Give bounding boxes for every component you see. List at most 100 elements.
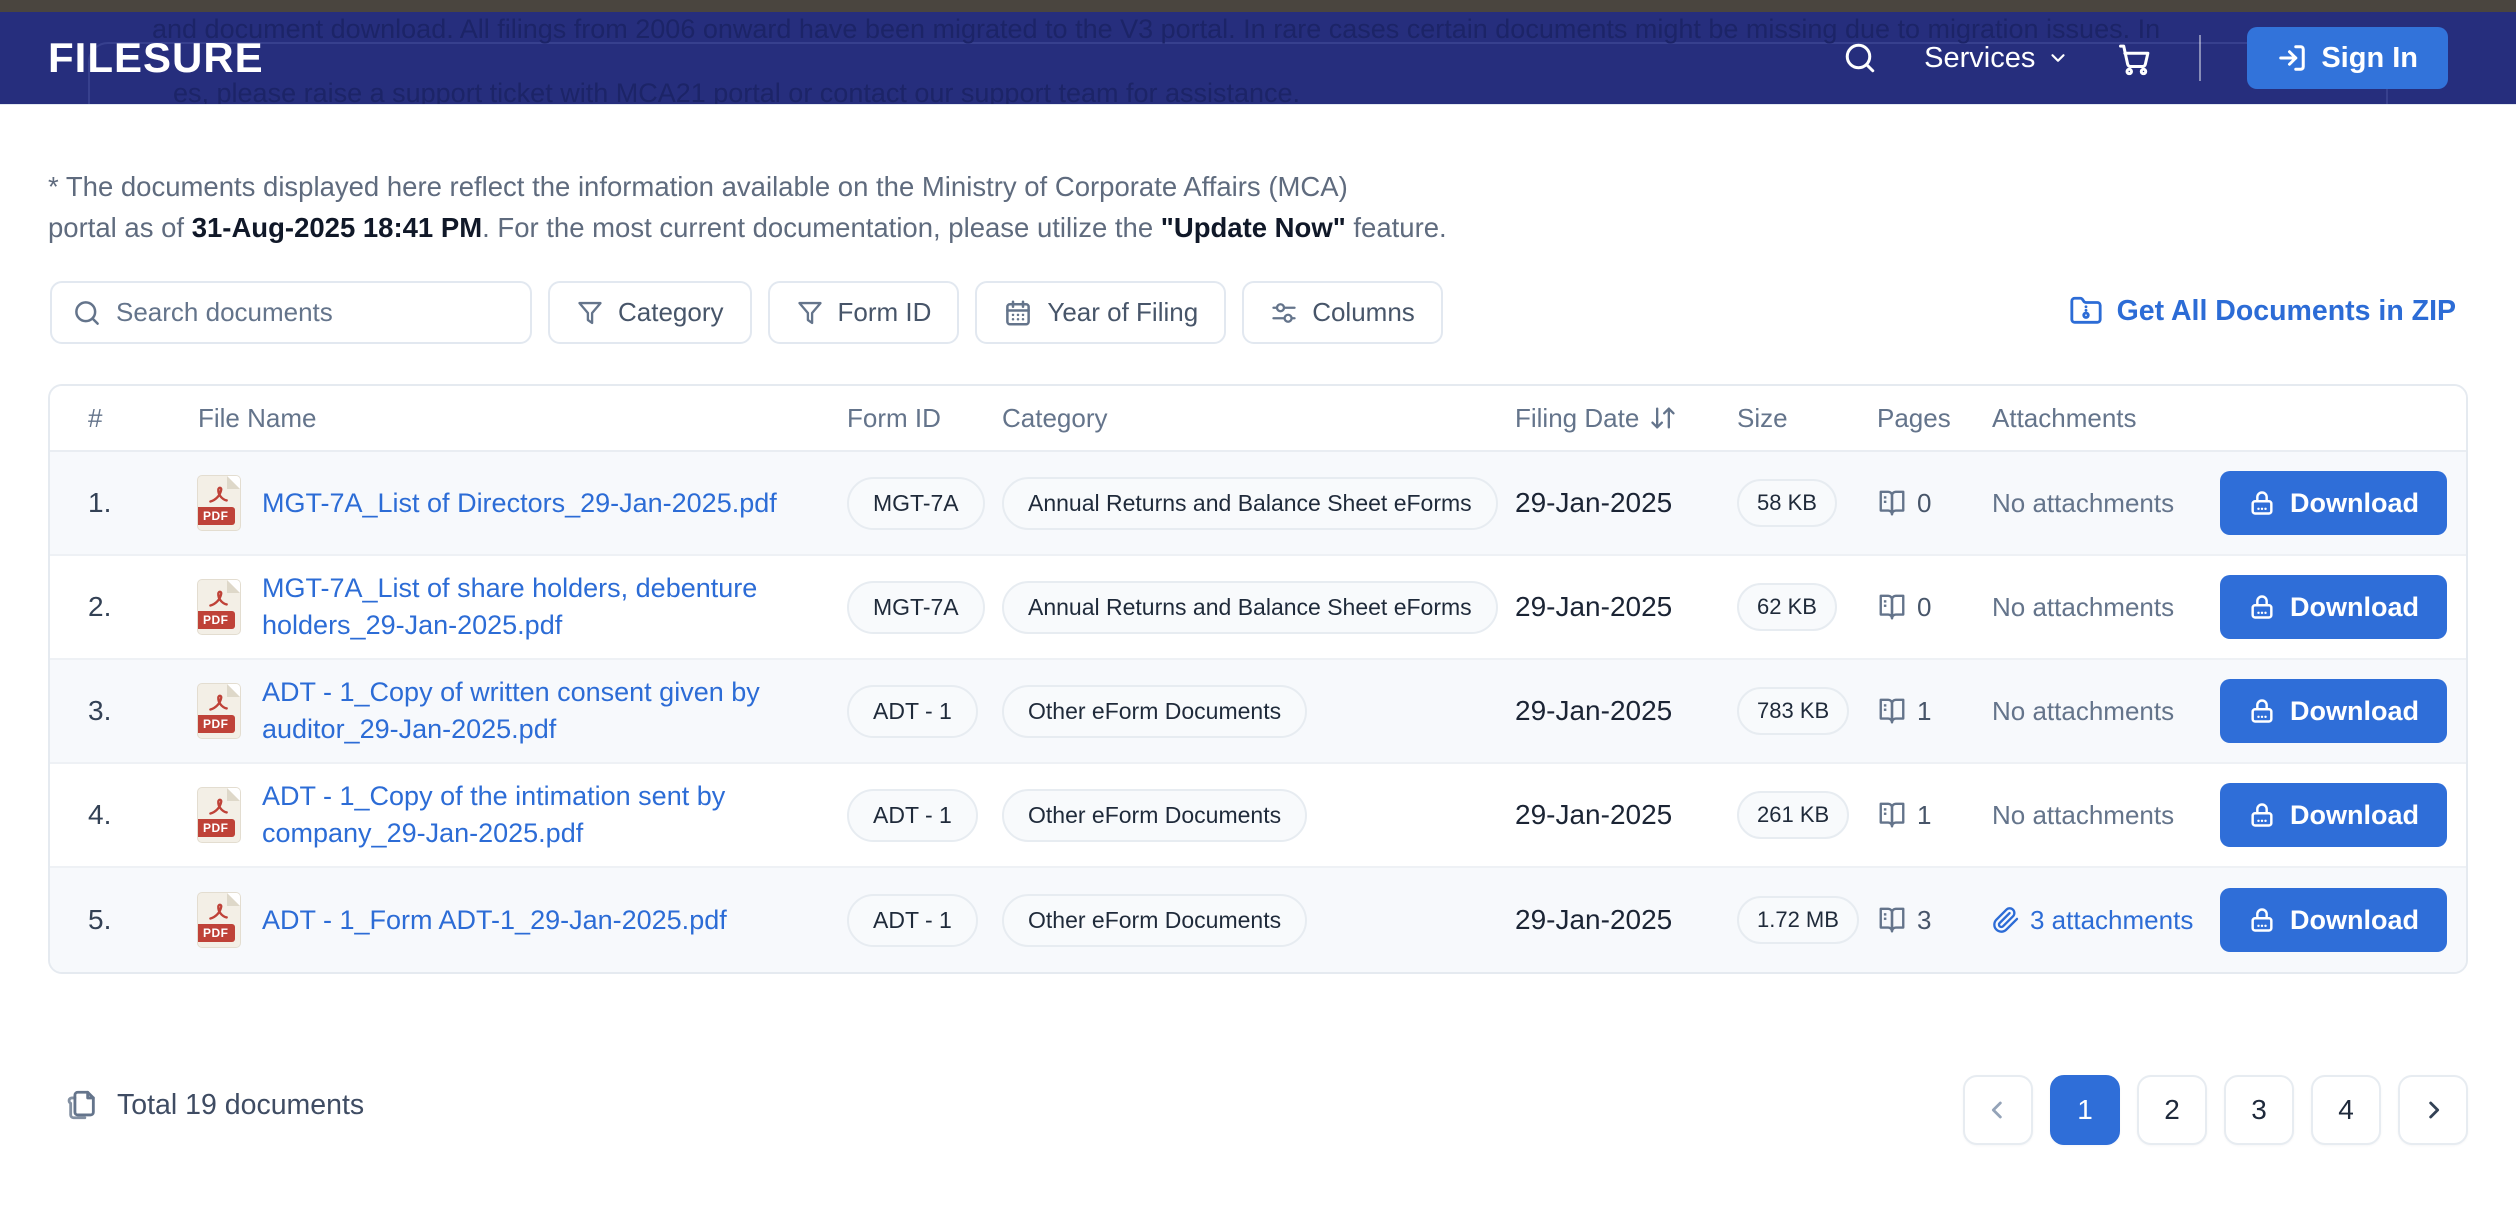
download-button[interactable]: Download xyxy=(2220,888,2447,952)
page-button-3[interactable]: 3 xyxy=(2224,1075,2294,1145)
search-documents-input[interactable] xyxy=(116,297,510,328)
documents-table: # File Name Form ID Category Filing Date… xyxy=(48,384,2468,974)
lock-icon xyxy=(2248,697,2276,725)
page-button-4[interactable]: 4 xyxy=(2311,1075,2381,1145)
sort-icon[interactable] xyxy=(1649,404,1677,432)
form-id-badge: MGT-7A xyxy=(847,477,985,530)
category-badge: Annual Returns and Balance Sheet eForms xyxy=(1002,477,1498,530)
folder-zip-icon xyxy=(2069,294,2103,328)
row-number: 5. xyxy=(50,904,150,936)
book-open-icon xyxy=(1877,800,1907,830)
browser-top-strip xyxy=(0,0,2516,12)
attachments-cell: No attachments xyxy=(1992,696,2220,727)
attachments-cell: No attachments xyxy=(1992,592,2220,623)
attachments-cell: No attachments xyxy=(1992,800,2220,831)
book-open-icon xyxy=(1877,696,1907,726)
chevron-left-icon xyxy=(1984,1096,2012,1124)
download-button[interactable]: Download xyxy=(2220,783,2447,847)
table-row: 2. PDF MGT-7A_List of share holders, deb… xyxy=(50,556,2466,660)
chevron-down-icon xyxy=(2047,47,2069,69)
row-number: 3. xyxy=(50,695,150,727)
download-button[interactable]: Download xyxy=(2220,575,2447,639)
size-badge: 58 KB xyxy=(1737,479,1837,527)
category-badge: Other eForm Documents xyxy=(1002,789,1307,842)
table-row: 3. PDF ADT - 1_Copy of written consent g… xyxy=(50,660,2466,764)
lock-icon xyxy=(2248,906,2276,934)
filing-date: 29-Jan-2025 xyxy=(1515,799,1737,831)
cart-icon[interactable] xyxy=(2115,39,2153,77)
col-header-form-id: Form ID xyxy=(847,403,1002,434)
paperclip-icon xyxy=(1992,906,2020,934)
filing-date: 29-Jan-2025 xyxy=(1515,487,1737,519)
get-all-documents-zip-link[interactable]: Get All Documents in ZIP xyxy=(2069,294,2456,328)
pages-cell: 1 xyxy=(1877,800,1992,831)
update-now-emphasis: "Update Now" xyxy=(1161,212,1346,243)
pdf-file-icon: PDF xyxy=(198,684,240,738)
copy-documents-icon xyxy=(65,1088,99,1122)
columns-button[interactable]: Columns xyxy=(1242,281,1443,344)
col-header-attachments: Attachments xyxy=(1992,403,2220,434)
funnel-icon xyxy=(576,299,604,327)
file-name-link[interactable]: ADT - 1_Form ADT-1_29-Jan-2025.pdf xyxy=(262,902,727,939)
log-in-icon xyxy=(2277,43,2307,73)
data-timestamp: 31-Aug-2025 18:41 PM xyxy=(192,212,482,243)
filing-date: 29-Jan-2025 xyxy=(1515,591,1737,623)
sign-in-button[interactable]: Sign In xyxy=(2247,27,2448,89)
row-number: 1. xyxy=(50,487,150,519)
filing-date: 29-Jan-2025 xyxy=(1515,695,1737,727)
size-badge: 62 KB xyxy=(1737,583,1837,631)
pdf-file-icon: PDF xyxy=(198,893,240,947)
pages-cell: 1 xyxy=(1877,696,1992,727)
book-open-icon xyxy=(1877,905,1907,935)
page-button-2[interactable]: 2 xyxy=(2137,1075,2207,1145)
pages-cell: 0 xyxy=(1877,592,1992,623)
category-badge: Annual Returns and Balance Sheet eForms xyxy=(1002,581,1498,634)
col-header-filing-date[interactable]: Filing Date xyxy=(1515,403,1737,434)
table-header-row: # File Name Form ID Category Filing Date… xyxy=(50,386,2466,452)
row-number: 2. xyxy=(50,591,150,623)
filing-date: 29-Jan-2025 xyxy=(1515,904,1737,936)
year-of-filing-filter-button[interactable]: Year of Filing xyxy=(975,281,1226,344)
calendar-icon xyxy=(1003,298,1033,328)
lock-icon xyxy=(2248,801,2276,829)
mca-data-notice: * The documents displayed here reflect t… xyxy=(48,166,1447,248)
lock-icon xyxy=(2248,489,2276,517)
search-icon[interactable] xyxy=(1842,40,1878,76)
search-documents-input-wrap xyxy=(50,281,532,344)
pagination: 1 2 3 4 xyxy=(1963,1075,2468,1145)
table-row: 4. PDF ADT - 1_Copy of the intimation se… xyxy=(50,764,2466,868)
file-name-link[interactable]: ADT - 1_Copy of the intimation sent by c… xyxy=(262,778,837,852)
category-badge: Other eForm Documents xyxy=(1002,894,1307,947)
row-number: 4. xyxy=(50,799,150,831)
prev-page-button[interactable] xyxy=(1963,1075,2033,1145)
nav-divider xyxy=(2199,35,2201,81)
filter-toolbar: Category Form ID Year of Filing Columns xyxy=(50,281,1443,344)
total-documents-label: Total 19 documents xyxy=(65,1088,364,1122)
size-badge: 783 KB xyxy=(1737,687,1849,735)
filesure-logo[interactable]: FILESURE xyxy=(48,34,264,82)
table-row: 1. PDF MGT-7A_List of Directors_29-Jan-2… xyxy=(50,452,2466,556)
pages-cell: 3 xyxy=(1877,905,1992,936)
category-filter-button[interactable]: Category xyxy=(548,281,752,344)
file-name-link[interactable]: MGT-7A_List of Directors_29-Jan-2025.pdf xyxy=(262,485,777,522)
table-row: 5. PDF ADT - 1_Form ADT-1_29-Jan-2025.pd… xyxy=(50,868,2466,972)
book-open-icon xyxy=(1877,488,1907,518)
pdf-file-icon: PDF xyxy=(198,788,240,842)
next-page-button[interactable] xyxy=(2398,1075,2468,1145)
file-name-link[interactable]: MGT-7A_List of share holders, debenture … xyxy=(262,570,837,644)
form-id-filter-button[interactable]: Form ID xyxy=(768,281,960,344)
chevron-right-icon xyxy=(2419,1096,2447,1124)
form-id-badge: ADT - 1 xyxy=(847,685,978,738)
search-icon xyxy=(72,298,102,328)
download-button[interactable]: Download xyxy=(2220,471,2447,535)
download-button[interactable]: Download xyxy=(2220,679,2447,743)
page-button-1[interactable]: 1 xyxy=(2050,1075,2120,1145)
form-id-badge: ADT - 1 xyxy=(847,894,978,947)
col-header-num: # xyxy=(50,403,150,434)
attachments-link[interactable]: 3 attachments xyxy=(1992,905,2220,936)
pdf-file-icon: PDF xyxy=(198,580,240,634)
lock-icon xyxy=(2248,593,2276,621)
services-menu[interactable]: Services xyxy=(1924,42,2069,75)
file-name-link[interactable]: ADT - 1_Copy of written consent given by… xyxy=(262,674,837,748)
pages-cell: 0 xyxy=(1877,488,1992,519)
